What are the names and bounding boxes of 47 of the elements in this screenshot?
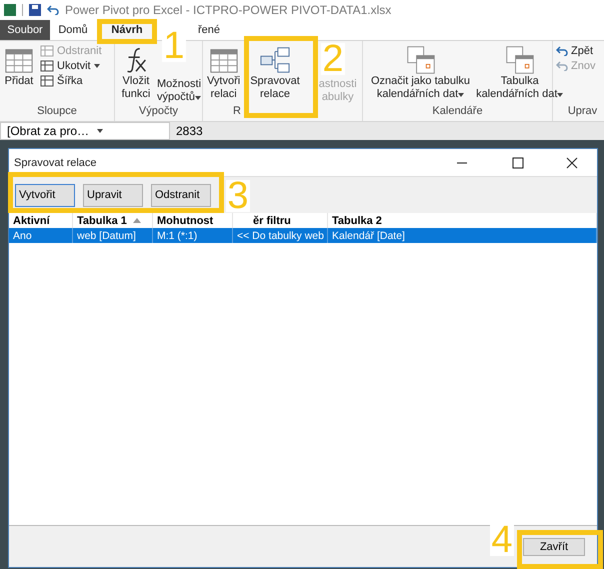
group-label: R [232,105,242,119]
ribbon-button[interactable]: Spravovat relace [250,45,300,101]
group-label: Výpočty [138,105,180,119]
toolbar-button[interactable]: Vytvořit [15,184,75,206]
table-cell[interactable]: web [Datum] [73,228,153,243]
group-label: Sloupce [36,105,78,119]
undo-icon [556,46,568,56]
ribbon-button[interactable]: Vložit funkci [121,45,151,101]
dialog-title: Spravovat relace [14,156,97,168]
ribbon-button[interactable]: Vytvoři relaci [207,45,240,101]
formula-value: 2833 [175,123,203,140]
toolbar-button[interactable]: Odstranit [151,184,211,206]
group-label: Kalendáře [431,105,484,119]
grid-icon [40,75,54,87]
relationship-icon [258,45,291,75]
ribbon-tab[interactable]: řené [187,20,231,40]
group-label: Uprav [566,105,598,119]
table-cell[interactable]: << Do tabulky web [233,228,328,243]
save-icon[interactable] [29,4,41,16]
name-box[interactable]: [Obrat za pro… [0,122,170,140]
table-cell[interactable]: Kalendář [Date] [328,228,597,243]
grid-icon [40,45,54,57]
undo-icon [556,61,568,71]
undo-icon [47,5,59,15]
ribbon-button[interactable]: Šířka [40,75,102,87]
ribbon-button[interactable]: Přidat [4,45,34,88]
window-title: Power Pivot pro Excel - ICTPRO-POWER PIVOT-DATA1.xlsx [65,3,392,17]
highlight-frame [97,19,157,44]
app-icon [4,4,16,16]
table-cell[interactable]: Ano [9,228,73,243]
ribbon-button[interactable]: Označit jako tabulku kalendářních dat [371,45,470,101]
ribbon-button[interactable]: Ukotvit [40,60,102,72]
toolbar-button[interactable]: Upravit [83,184,143,206]
sort-arrow-icon [132,218,141,223]
step-number: 1 [162,30,186,62]
step-number: 2 [321,43,345,75]
calendar-table-icon [504,45,536,75]
step-number: 3 [226,180,250,212]
ribbon-tab[interactable]: Soubor [0,20,50,40]
ribbon-button[interactable]: Možnosti výpočtů [157,78,202,104]
close-button[interactable]: Zavřít [523,538,585,556]
ribbon-tab[interactable]: Domů [50,20,96,40]
step-number: 4 [490,524,514,556]
caret-icon [97,129,104,133]
calendar-table-icon [404,45,437,75]
table-cell[interactable]: M:1 (*:1) [153,228,233,243]
grid-icon [40,60,54,72]
